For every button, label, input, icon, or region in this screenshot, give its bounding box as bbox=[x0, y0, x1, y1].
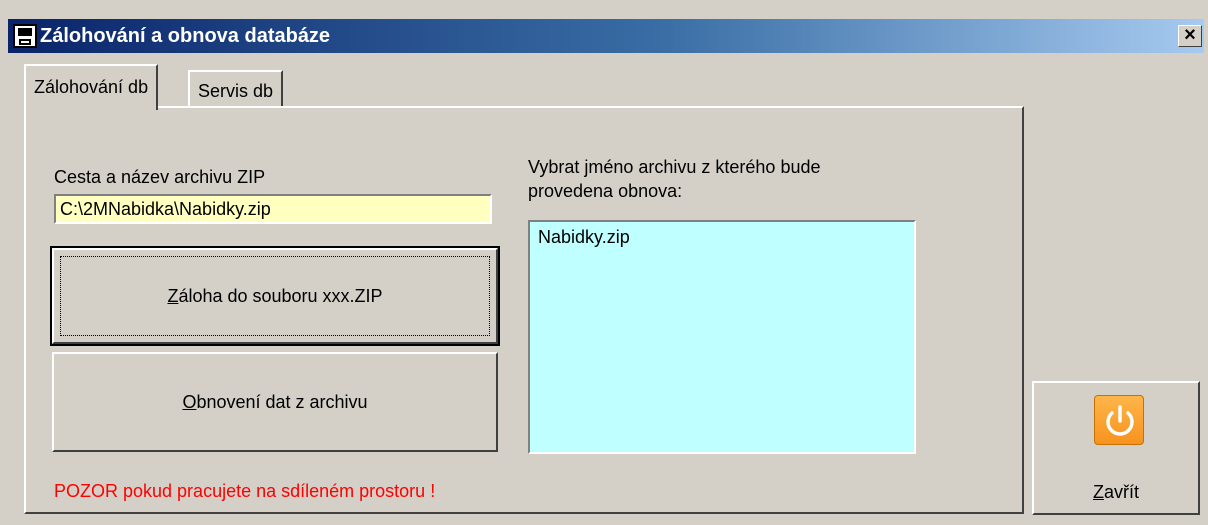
shared-space-warning: POZOR pokud pracujete na sdíleném prosto… bbox=[54, 481, 436, 501]
close-button-label: Zavřít bbox=[1034, 481, 1198, 503]
power-icon bbox=[1094, 395, 1144, 445]
restore-button-label: Obnovení dat z archivu bbox=[54, 390, 496, 414]
mnemonic-z: Z bbox=[167, 286, 179, 306]
archive-list-label-line1: Vybrat jméno archivu z kterého bude bbox=[528, 157, 821, 177]
backup-button-label-rest: áloha do souboru xxx.ZIP bbox=[178, 286, 383, 306]
window-title: Zálohování a obnova databáze bbox=[40, 25, 331, 47]
restore-button-label-rest: bnovení dat z archivu bbox=[196, 392, 368, 412]
tab-zalohovani-db[interactable]: Zálohování db bbox=[24, 64, 159, 110]
tab-label: Zálohování db bbox=[34, 77, 149, 97]
backup-to-zip-button[interactable]: Záloha do souboru xxx.ZIP bbox=[50, 246, 500, 346]
mnemonic-o: O bbox=[182, 392, 197, 412]
restore-from-archive-button[interactable]: Obnovení dat z archivu bbox=[52, 352, 498, 452]
mnemonic-z: Z bbox=[1092, 482, 1104, 502]
archive-path-label: Cesta a název archivu ZIP bbox=[54, 167, 266, 187]
close-window-button[interactable]: × bbox=[1178, 25, 1202, 47]
floppy-disk-icon[interactable] bbox=[13, 24, 37, 48]
title-bar[interactable]: Zálohování a obnova databáze × bbox=[8, 19, 1204, 53]
tab-panel-zalohovani: Cesta a název archivu ZIP Záloha do soub… bbox=[24, 106, 1024, 514]
list-item[interactable]: Nabidky.zip bbox=[538, 226, 906, 248]
tab-label: Servis db bbox=[198, 81, 274, 101]
backup-restore-dialog: Zálohování a obnova databáze × Zálohován… bbox=[0, 0, 1208, 525]
archive-path-input[interactable] bbox=[54, 194, 492, 224]
close-button-label-rest: avřít bbox=[1103, 482, 1139, 502]
archive-list-label-line2: provedena obnova: bbox=[528, 181, 683, 201]
tab-servis-db[interactable]: Servis db bbox=[188, 70, 284, 108]
archive-listbox[interactable]: Nabidky.zip bbox=[528, 220, 916, 454]
close-button[interactable]: Zavřít bbox=[1032, 381, 1200, 515]
power-symbol-icon bbox=[1106, 405, 1134, 436]
backup-button-label: Záloha do souboru xxx.ZIP bbox=[54, 284, 496, 308]
